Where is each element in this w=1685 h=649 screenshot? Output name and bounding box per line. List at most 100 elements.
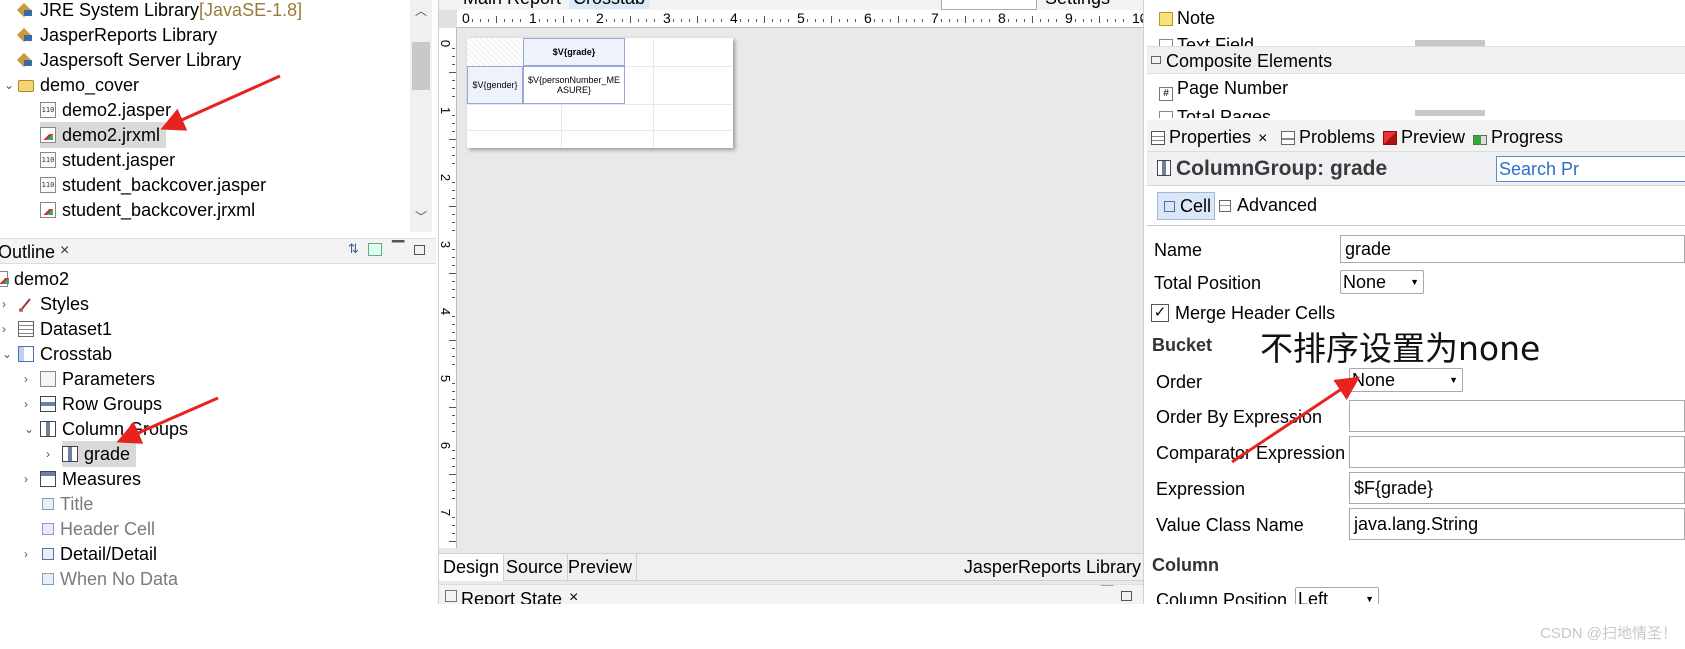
outline-item-parameters[interactable]: Parameters — [40, 366, 155, 392]
value-class-name-field[interactable]: java.lang.String — [1349, 508, 1685, 540]
scrollbar-thumb[interactable] — [412, 42, 430, 90]
tab-settings[interactable]: Settings — [1045, 0, 1110, 9]
ruler-minor-tick — [452, 96, 455, 97]
comparator-expression-field[interactable] — [1349, 436, 1685, 468]
close-icon[interactable]: × — [60, 242, 69, 260]
palette-item-page-number[interactable]: # Page Number — [1159, 78, 1288, 101]
link-editor-icon[interactable] — [368, 243, 382, 256]
chevron-right-icon[interactable]: › — [24, 397, 28, 411]
tree-item-demo2-jrxml[interactable]: demo2.jrxml — [40, 122, 167, 148]
crosstab-header-cell[interactable] — [467, 38, 523, 66]
palette-item-note[interactable]: Note — [1159, 8, 1215, 29]
order-select[interactable]: None ▼ — [1349, 368, 1463, 392]
chevron-down-icon[interactable]: ⌄ — [2, 347, 12, 361]
tab-properties[interactable]: Properties × — [1151, 124, 1267, 150]
chevron-down-icon[interactable]: ﹀ — [415, 208, 427, 225]
palette-section-composite[interactable]: Composite Elements — [1147, 46, 1685, 74]
ruler-tick-label: 2 — [438, 173, 454, 182]
minimize-icon[interactable]: ▔ — [392, 240, 404, 260]
merge-header-checkbox[interactable]: ✓ — [1151, 304, 1169, 322]
ruler-minor-tick — [764, 16, 765, 23]
zoom-input[interactable] — [941, 0, 1037, 10]
tab-preview[interactable]: Preview — [564, 554, 638, 581]
ruler-tick-label: 5 — [797, 10, 805, 26]
chevron-right-icon[interactable]: › — [2, 322, 6, 336]
tab-main-report[interactable]: Main Report — [463, 0, 561, 9]
dataset-icon — [18, 321, 34, 337]
outline-tab-label[interactable]: Outline — [0, 242, 55, 263]
ruler-minor-tick — [520, 19, 521, 22]
ruler-minor-tick — [855, 19, 856, 22]
tab-progress[interactable]: Progress — [1473, 124, 1563, 150]
tree-item-label: JasperReports Library — [40, 24, 218, 45]
palette-scroll-handle[interactable] — [1415, 110, 1485, 116]
chevron-down-icon[interactable]: ⌄ — [24, 422, 34, 436]
outline-root-demo2[interactable]: demo2 — [0, 266, 69, 292]
row-header-cell[interactable]: $V{gender} — [467, 66, 523, 104]
tab-preview-view[interactable]: Preview — [1383, 124, 1465, 150]
collapse-all-icon[interactable]: ⇅ — [348, 241, 359, 257]
chevron-up-icon[interactable]: ︿ — [415, 2, 427, 19]
select-value: Left — [1298, 589, 1329, 604]
outline-item-when-no-data[interactable]: When No Data — [40, 566, 178, 592]
editor-bottom-tabs: Design Source Preview JasperReports Libr… — [439, 553, 1143, 581]
library-icon — [18, 52, 34, 68]
tree-item-label: student_backcover.jasper — [62, 174, 267, 195]
tree-item-jasperreports-library[interactable]: JasperReports Library — [18, 22, 217, 48]
chevron-right-icon[interactable]: › — [24, 547, 28, 561]
palette-item-text-field[interactable]: Text Field — [1159, 36, 1254, 46]
outline-item-detail[interactable]: Detail/Detail — [40, 541, 157, 567]
outline-item-grade[interactable]: grade — [62, 441, 137, 467]
column-header-cell[interactable]: $V{grade} — [523, 38, 625, 66]
chevron-right-icon[interactable]: › — [24, 472, 28, 486]
chevron-right-icon[interactable]: › — [2, 297, 6, 311]
tab-design[interactable]: Design — [439, 554, 505, 581]
tree-item-demo-cover[interactable]: demo_cover — [18, 72, 139, 98]
crosstab-canvas[interactable]: $V{grade} $V{gender} $V{personNumber_MEA… — [467, 38, 733, 148]
report-state-label[interactable]: Report State — [461, 589, 562, 604]
name-field[interactable]: grade — [1340, 235, 1685, 263]
outline-item-styles[interactable]: Styles — [18, 291, 89, 317]
tree-item-student-backcover-jasper[interactable]: 110 student_backcover.jasper — [40, 172, 266, 198]
ruler-minor-tick — [449, 541, 456, 542]
package-scrollbar[interactable]: ︿ ﹀ — [410, 0, 432, 232]
ruler-tick-label: 9 — [1065, 10, 1073, 26]
outline-item-measures[interactable]: Measures — [40, 466, 141, 492]
ruler-minor-tick — [898, 16, 899, 23]
minimize-icon[interactable]: ▔ — [1101, 585, 1113, 603]
tab-label: Problems — [1299, 127, 1376, 147]
palette-item-label: Total Pages — [1177, 108, 1272, 118]
tree-item-demo2-jasper[interactable]: 110 demo2.jasper — [40, 97, 171, 123]
close-icon[interactable]: × — [569, 589, 578, 604]
outline-item-column-groups[interactable]: Column Groups — [40, 416, 188, 442]
tab-crosstab[interactable]: Crosstab — [569, 0, 650, 9]
outline-item-header-cell[interactable]: Header Cell — [40, 516, 155, 542]
chevron-right-icon[interactable]: › — [24, 372, 28, 386]
ruler-minor-tick — [452, 230, 455, 231]
chevron-down-icon[interactable]: ⌄ — [4, 78, 14, 92]
tab-source[interactable]: Source — [502, 554, 569, 581]
maximize-icon[interactable] — [414, 245, 425, 255]
maximize-icon[interactable] — [1121, 591, 1132, 601]
outline-item-title[interactable]: Title — [40, 491, 93, 517]
tree-item-jaspersoft-server-library[interactable]: Jaspersoft Server Library — [18, 47, 241, 73]
problems-icon — [1281, 131, 1295, 145]
tab-problems[interactable]: Problems — [1281, 124, 1375, 150]
total-position-select[interactable]: None ▼ — [1340, 270, 1424, 294]
search-properties-input[interactable]: Search Pr — [1496, 156, 1685, 182]
order-by-expression-field[interactable] — [1349, 400, 1685, 432]
measure-cell[interactable]: $V{personNumber_MEASURE} — [523, 66, 625, 104]
subtab-cell[interactable]: Cell — [1157, 192, 1215, 220]
outline-item-crosstab[interactable]: Crosstab — [18, 341, 112, 367]
column-position-select[interactable]: Left ▼ — [1295, 587, 1379, 604]
palette-item-total-pages[interactable]: Total Pages — [1159, 108, 1271, 118]
tree-item-student-jasper[interactable]: 110 student.jasper — [40, 147, 175, 173]
tree-item-jre-library[interactable]: JRE System Library [JavaSE-1.8] — [18, 0, 302, 23]
chevron-right-icon[interactable]: › — [46, 447, 50, 461]
outline-item-row-groups[interactable]: Row Groups — [40, 391, 162, 417]
outline-item-dataset1[interactable]: Dataset1 — [18, 316, 112, 342]
ruler-minor-tick — [449, 72, 456, 73]
close-icon[interactable]: × — [1258, 130, 1267, 147]
expression-field[interactable]: $F{grade} — [1349, 472, 1685, 504]
tree-item-student-backcover-jrxml[interactable]: student_backcover.jrxml — [40, 197, 255, 223]
